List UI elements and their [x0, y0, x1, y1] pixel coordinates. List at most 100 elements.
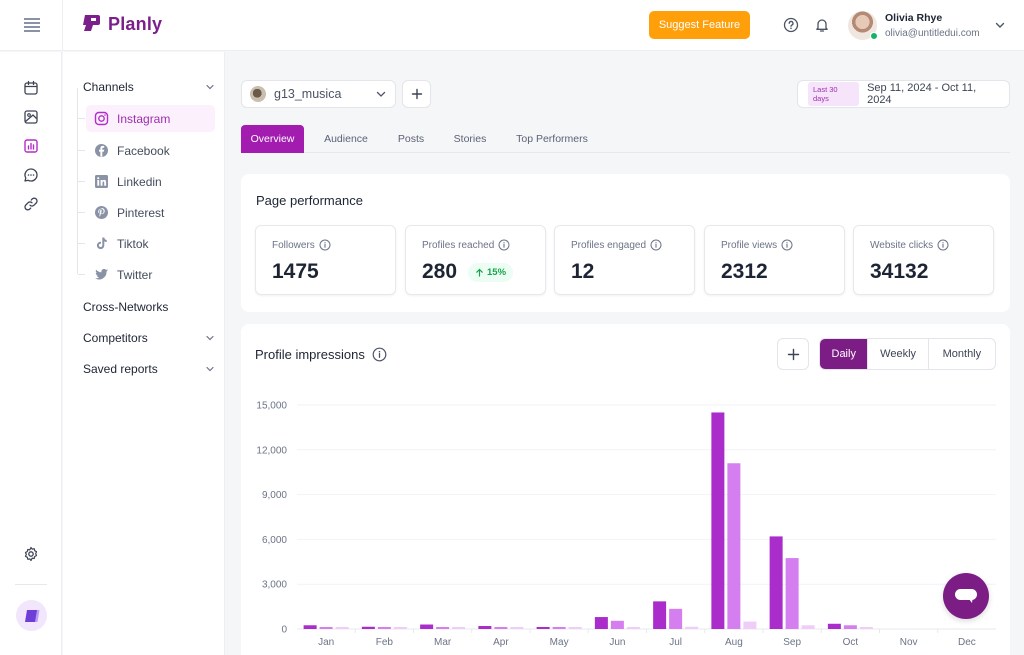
bar-mar-1[interactable]: [420, 624, 434, 629]
metric-followers: Followers 1475: [255, 225, 396, 295]
y-tick-label: 0: [281, 625, 287, 636]
linkedin-icon: [95, 175, 108, 188]
x-tick-label: May: [550, 637, 569, 648]
bar-apr-3[interactable]: [510, 627, 524, 629]
bar-aug-2[interactable]: [727, 463, 741, 629]
bar-oct-2[interactable]: [843, 625, 857, 629]
bar-jul-2[interactable]: [669, 608, 683, 629]
bar-sep-1[interactable]: [769, 536, 783, 629]
notification-bell-icon[interactable]: [814, 17, 830, 33]
link-icon[interactable]: [23, 196, 39, 212]
info-icon[interactable]: [319, 239, 331, 251]
bar-sep-2[interactable]: [785, 558, 799, 629]
metric-label: Profiles engaged: [571, 239, 647, 251]
twitter-icon: [95, 268, 108, 280]
y-tick-label: 3,000: [262, 580, 287, 591]
bar-jun-3[interactable]: [626, 627, 640, 629]
y-tick-label: 15,000: [256, 401, 287, 412]
sidebar-item-cross-networks[interactable]: Cross-Networks: [83, 300, 215, 314]
y-tick-label: 12,000: [256, 445, 287, 456]
x-tick-label: Sep: [783, 637, 801, 648]
bar-may-1[interactable]: [536, 627, 550, 629]
chat-support-button[interactable]: [943, 573, 989, 619]
bar-feb-2[interactable]: [377, 627, 391, 629]
sidebar-item-facebook[interactable]: Facebook: [78, 137, 215, 164]
bar-apr-1[interactable]: [478, 626, 492, 629]
bar-jul-3[interactable]: [685, 626, 699, 629]
bar-jul-1[interactable]: [653, 601, 667, 629]
menu-icon[interactable]: [24, 18, 40, 32]
sidebar-item-linkedin[interactable]: Linkedin: [78, 168, 215, 195]
sidebar-item-instagram[interactable]: Instagram: [78, 105, 215, 132]
tab-overview[interactable]: Overview: [241, 125, 304, 153]
bar-jun-2[interactable]: [610, 620, 624, 629]
bar-jun-1[interactable]: [594, 617, 608, 629]
channels-section-toggle[interactable]: Channels: [83, 80, 215, 94]
suggest-feature-button[interactable]: Suggest Feature: [649, 11, 750, 39]
user-avatar[interactable]: [848, 11, 878, 40]
info-icon[interactable]: [937, 239, 949, 251]
sidebar-item-label: Twitter: [117, 267, 153, 282]
tab-top-performers[interactable]: Top Performers: [508, 125, 596, 153]
bar-jan-2[interactable]: [319, 627, 333, 629]
metric-label: Website clicks: [870, 239, 934, 251]
info-icon[interactable]: [498, 239, 510, 251]
x-tick-label: Aug: [725, 637, 743, 648]
workspace-icon: [24, 609, 39, 622]
bar-jan-3[interactable]: [335, 627, 349, 629]
date-range-picker[interactable]: Last 30 days Sep 11, 2024 - Oct 11, 2024: [797, 80, 1010, 108]
workspace-switcher[interactable]: [16, 600, 47, 631]
saved-reports-section-toggle[interactable]: Saved reports: [83, 362, 215, 376]
pinterest-icon: [95, 206, 108, 219]
sidebar-item-tiktok[interactable]: Tiktok: [78, 230, 215, 257]
sidebar-item-twitter[interactable]: Twitter: [78, 261, 215, 288]
x-tick-label: Jul: [669, 637, 682, 648]
saved-reports-label: Saved reports: [83, 362, 158, 376]
bar-jan-1[interactable]: [303, 625, 317, 629]
bar-feb-3[interactable]: [393, 627, 407, 629]
calendar-icon[interactable]: [23, 80, 39, 96]
top-bar: Planly Suggest Feature Olivia Rhye olivi…: [0, 0, 1024, 51]
x-tick-label: Feb: [376, 637, 394, 648]
message-icon[interactable]: [23, 167, 39, 183]
analytics-icon[interactable]: [23, 138, 39, 154]
bar-feb-1[interactable]: [361, 626, 375, 629]
bar-apr-2[interactable]: [494, 627, 508, 629]
metric-label: Profile views: [721, 239, 778, 251]
channels-label: Channels: [83, 80, 134, 94]
facebook-icon: [95, 144, 108, 157]
competitors-section-toggle[interactable]: Competitors: [83, 331, 215, 345]
info-icon[interactable]: [781, 239, 793, 251]
tiktok-icon: [96, 237, 107, 250]
metric-website-clicks: Website clicks 34132: [853, 225, 994, 295]
info-icon[interactable]: [650, 239, 662, 251]
chevron-down-icon: [376, 91, 386, 97]
gear-icon[interactable]: [23, 546, 39, 562]
user-email: olivia@untitledui.com: [885, 28, 980, 39]
help-icon[interactable]: [783, 17, 799, 33]
tab-stories[interactable]: Stories: [444, 125, 496, 153]
rail-divider: [15, 584, 47, 585]
bar-may-2[interactable]: [552, 627, 566, 629]
tab-audience[interactable]: Audience: [313, 125, 379, 153]
sidebar-item-label: Linkedin: [117, 174, 162, 189]
bar-aug-3[interactable]: [743, 621, 757, 629]
logo[interactable]: Planly: [80, 13, 162, 35]
bar-oct-1[interactable]: [827, 623, 841, 629]
metric-value: 280: [422, 260, 458, 283]
account-select[interactable]: g13_musica: [241, 80, 396, 108]
user-name: Olivia Rhye: [885, 12, 943, 24]
bar-mar-2[interactable]: [436, 627, 450, 629]
chevron-down-icon[interactable]: [994, 19, 1006, 31]
bar-may-3[interactable]: [568, 627, 582, 629]
profile-impressions-card: Profile impressions Daily Weekly Monthly…: [241, 324, 1010, 655]
tab-posts[interactable]: Posts: [389, 125, 433, 153]
bar-sep-3[interactable]: [801, 625, 815, 629]
image-icon[interactable]: [23, 109, 39, 125]
chevron-down-icon: [206, 366, 214, 372]
add-account-button[interactable]: [402, 80, 431, 108]
bar-aug-1[interactable]: [711, 412, 725, 629]
bar-oct-3[interactable]: [859, 627, 873, 629]
sidebar-item-pinterest[interactable]: Pinterest: [78, 199, 215, 226]
bar-mar-3[interactable]: [452, 627, 466, 629]
